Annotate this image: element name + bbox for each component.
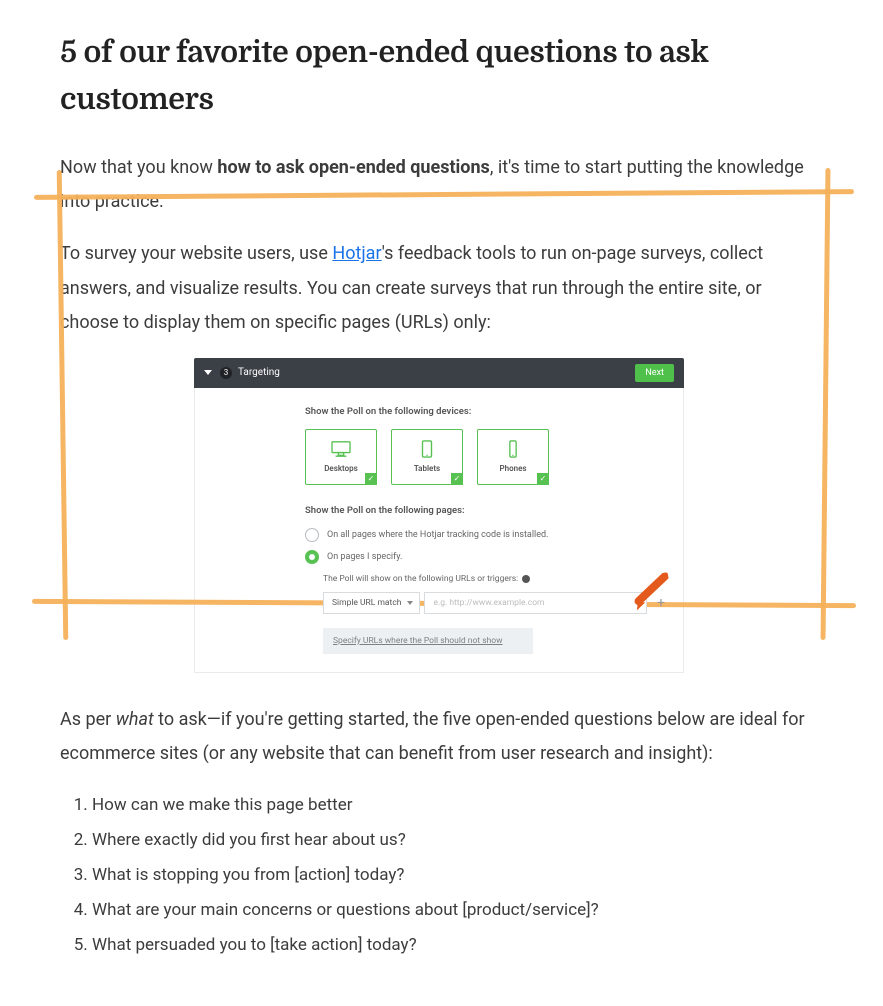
device-label: Tablets: [414, 464, 440, 473]
italic-span: what: [116, 709, 154, 730]
outro-paragraph: As per what to ask—if you're getting sta…: [60, 703, 818, 771]
list-item: What are your main concerns or questions…: [92, 896, 818, 925]
device-desktop[interactable]: Desktops: [305, 429, 377, 485]
trigger-text: The Poll will show on the following URLs…: [323, 574, 518, 584]
url-input[interactable]: e.g. http://www.example.com: [424, 592, 647, 614]
intro-paragraph-2: To survey your website users, use Hotjar…: [60, 237, 818, 340]
list-item: How can we make this page better: [92, 791, 818, 820]
info-dot-icon: [522, 575, 530, 583]
hotjar-link[interactable]: Hotjar: [332, 243, 381, 264]
bold-span: how to ask open-ended questions: [217, 157, 489, 178]
next-button[interactable]: Next: [635, 364, 674, 382]
radio-label: On pages I specify.: [327, 552, 402, 562]
phone-icon: [502, 440, 524, 458]
radio-all-pages[interactable]: On all pages where the Hotjar tracking c…: [305, 528, 665, 542]
targeting-panel: 3 Targeting Next Show the Poll on the fo…: [194, 358, 684, 673]
panel-title: Targeting: [238, 367, 280, 378]
exclude-urls-link[interactable]: Specify URLs where the Poll should not s…: [323, 628, 533, 654]
check-icon: [451, 473, 463, 485]
panel-body: Show the Poll on the following devices: …: [194, 388, 684, 673]
list-item: Where exactly did you first hear about u…: [92, 826, 818, 855]
device-label: Desktops: [324, 464, 358, 473]
device-tablet[interactable]: Tablets: [391, 429, 463, 485]
match-type-select[interactable]: Simple URL match: [323, 592, 420, 614]
trigger-sublabel: The Poll will show on the following URLs…: [323, 574, 665, 584]
page-title: 5 of our favorite open-ended questions t…: [60, 30, 818, 123]
list-item: What is stopping you from [action] today…: [92, 861, 818, 890]
text-span: To survey your website users, use: [60, 243, 332, 264]
text-span: to ask—if you're getting started, the fi…: [60, 709, 805, 764]
intro-paragraph-1: Now that you know how to ask open-ended …: [60, 151, 818, 219]
check-icon: [365, 473, 377, 485]
text-span: Now that you know: [60, 157, 217, 178]
panel-header: 3 Targeting Next: [194, 358, 684, 388]
radio-specific-pages[interactable]: On pages I specify.: [305, 550, 665, 564]
check-icon: [537, 473, 549, 485]
url-match-row: Simple URL match e.g. http://www.example…: [323, 592, 665, 614]
device-selector: Desktops Tablets Phones: [305, 429, 665, 485]
device-label: Phones: [499, 464, 526, 473]
tablet-icon: [416, 440, 438, 458]
desktop-icon: [330, 440, 352, 458]
device-phone[interactable]: Phones: [477, 429, 549, 485]
article-body: 5 of our favorite open-ended questions t…: [0, 0, 883, 1006]
text-span: As per: [60, 709, 116, 730]
step-badge: 3: [220, 367, 232, 379]
pages-section-label: Show the Poll on the following pages:: [305, 505, 665, 516]
list-item: What persuaded you to [take action] toda…: [92, 931, 818, 960]
radio-checked-icon: [305, 550, 319, 564]
radio-label: On all pages where the Hotjar tracking c…: [327, 530, 548, 540]
add-url-button[interactable]: +: [657, 595, 665, 611]
devices-section-label: Show the Poll on the following devices:: [305, 406, 665, 417]
radio-icon: [305, 528, 319, 542]
caret-down-icon: [204, 370, 212, 375]
question-list: How can we make this page better Where e…: [60, 791, 818, 959]
